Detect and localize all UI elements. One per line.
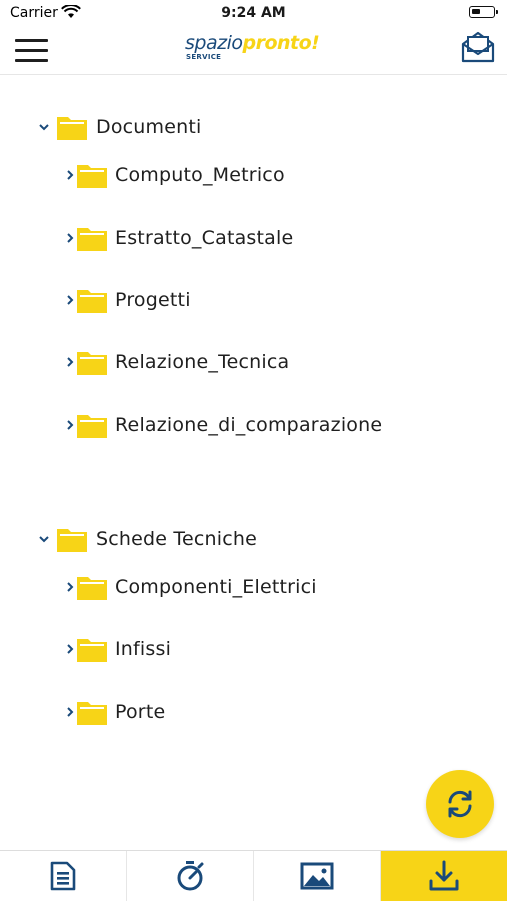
app-logo: spaziopronto! SERVICE — [185, 32, 335, 66]
tree-item-label: Progetti — [115, 289, 191, 311]
tree-item-label: Porte — [115, 701, 166, 723]
folder-icon — [77, 577, 107, 600]
chevron-right-icon[interactable] — [64, 706, 76, 718]
chevron-right-icon[interactable] — [64, 169, 76, 181]
folder-icon — [77, 415, 107, 438]
tree-item-componenti-elettrici[interactable]: Componenti_Elettrici — [64, 569, 317, 605]
nav-bar: spaziopronto! SERVICE — [0, 28, 507, 75]
tree-item-label: Componenti_Elettrici — [115, 576, 317, 598]
tree-group-label: Schede Tecniche — [96, 528, 258, 550]
stopwatch-icon — [177, 861, 204, 891]
image-icon — [300, 862, 334, 890]
menu-button[interactable] — [15, 37, 49, 65]
tab-timer[interactable] — [127, 851, 254, 901]
folder-icon — [77, 165, 107, 188]
tree-item-label: Relazione_Tecnica — [115, 351, 290, 373]
chevron-right-icon[interactable] — [64, 232, 76, 244]
folder-icon — [57, 117, 87, 140]
tree-group-documenti[interactable]: Documenti — [38, 109, 202, 145]
chevron-down-icon[interactable] — [38, 533, 50, 545]
refresh-icon — [448, 790, 472, 818]
tree-group-label: Documenti — [96, 116, 202, 138]
battery-icon — [469, 6, 498, 18]
chevron-right-icon[interactable] — [64, 643, 76, 655]
bottom-tab-bar — [0, 850, 507, 901]
tree-item-label: Infissi — [115, 638, 172, 660]
tree-item-relazione-di-comparazione[interactable]: Relazione_di_comparazione — [64, 407, 382, 443]
mail-icon[interactable] — [460, 30, 496, 64]
tree-item-computo-metrico[interactable]: Computo_Metrico — [64, 157, 285, 193]
tree-item-porte[interactable]: Porte — [64, 694, 165, 730]
logo-subtitle: SERVICE — [186, 53, 222, 61]
chevron-right-icon[interactable] — [64, 581, 76, 593]
tree-item-progetti[interactable]: Progetti — [64, 282, 191, 318]
tree-item-estratto-catastale[interactable]: Estratto_Catastale — [64, 220, 293, 256]
folder-icon — [57, 529, 87, 552]
tab-images[interactable] — [254, 851, 381, 901]
tab-downloads[interactable] — [381, 851, 507, 901]
status-time: 9:24 AM — [221, 5, 286, 21]
document-icon — [50, 861, 76, 891]
refresh-button[interactable] — [426, 770, 494, 838]
tab-documents[interactable] — [0, 851, 127, 901]
tree-item-infissi[interactable]: Infissi — [64, 631, 171, 667]
chevron-down-icon[interactable] — [38, 121, 50, 133]
tree-item-relazione-tecnica[interactable]: Relazione_Tecnica — [64, 344, 289, 380]
chevron-right-icon[interactable] — [64, 356, 76, 368]
chevron-right-icon[interactable] — [64, 294, 76, 306]
chevron-right-icon[interactable] — [64, 419, 76, 431]
tree-item-label: Estratto_Catastale — [115, 227, 294, 249]
tree-item-label: Computo_Metrico — [115, 164, 285, 186]
status-bar: Carrier 9:24 AM — [0, 0, 507, 28]
logo-text-accent: pronto! — [242, 32, 320, 54]
download-icon — [429, 860, 459, 891]
folder-icon — [77, 290, 107, 313]
folder-icon — [77, 352, 107, 375]
folder-icon — [77, 702, 107, 725]
folder-icon — [77, 639, 107, 662]
tree-item-label: Relazione_di_comparazione — [115, 414, 383, 436]
tree-group-schede-tecniche[interactable]: Schede Tecniche — [38, 521, 257, 557]
folder-icon — [77, 228, 107, 251]
logo-text-primary: spazio — [185, 32, 243, 54]
